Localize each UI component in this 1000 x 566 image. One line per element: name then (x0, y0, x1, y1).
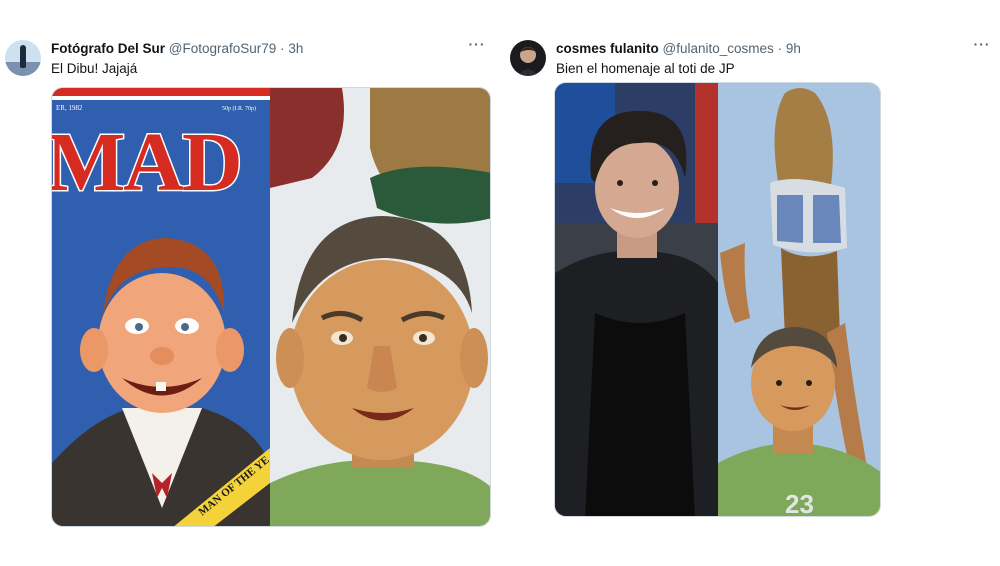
more-horizontal-icon[interactable]: ··· (972, 37, 992, 55)
tweet-header: Fotógrafo Del Sur @FotografoSur79 · 3h (51, 40, 495, 58)
timestamp[interactable]: 3h (288, 41, 303, 56)
avatar[interactable] (510, 40, 546, 76)
author-handle[interactable]: @fulanito_cosmes (663, 41, 774, 56)
tweet-text: Bien el homenaje al toti de JP (556, 61, 735, 76)
separator: · (777, 41, 783, 56)
avatar[interactable] (5, 40, 41, 76)
magazine-title: MAD (52, 116, 241, 209)
magazine-date: ER, 1982 (56, 104, 83, 112)
svg-text:23: 23 (785, 489, 814, 517)
author-handle[interactable]: @FotografoSur79 (169, 41, 277, 56)
tweet-header: cosmes fulanito @fulanito_cosmes · 9h (556, 40, 1000, 58)
tweet-media[interactable]: 23 (554, 82, 881, 517)
more-horizontal-icon[interactable]: ··· (467, 37, 487, 55)
tweet-text: El Dibu! Jajajá (51, 61, 138, 76)
author-name[interactable]: Fotógrafo Del Sur (51, 41, 165, 56)
author-name[interactable]: cosmes fulanito (556, 41, 659, 56)
separator: · (280, 41, 285, 56)
media-image: 23 (555, 83, 880, 517)
timestamp[interactable]: 9h (786, 41, 801, 56)
tweet-media[interactable]: ER, 1982 50p (I.R. 70p) MAD MAN OF THE Y… (51, 87, 491, 527)
magazine-price: 50p (I.R. 70p) (222, 105, 256, 112)
media-image: ER, 1982 50p (I.R. 70p) MAD MAN OF THE Y… (52, 88, 490, 526)
